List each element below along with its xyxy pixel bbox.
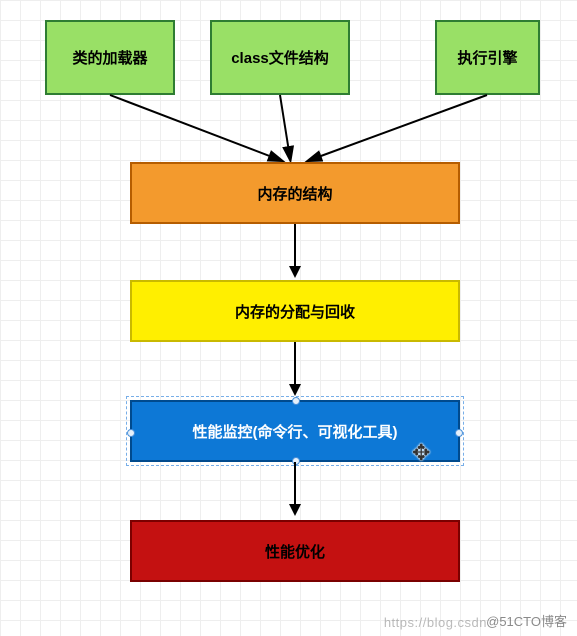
edge — [294, 224, 296, 268]
resize-handle-icon[interactable] — [127, 429, 135, 437]
node-performance-optimize[interactable]: 性能优化 — [130, 520, 460, 582]
watermark-text: @51CTO博客 — [486, 611, 567, 630]
resize-handle-icon[interactable] — [455, 429, 463, 437]
node-memory-structure[interactable]: 内存的结构 — [130, 162, 460, 224]
node-class-loader[interactable]: 类的加载器 — [45, 20, 175, 95]
arrow-down-icon — [289, 266, 301, 278]
arrow-down-icon — [289, 384, 301, 396]
arrow-down-icon — [289, 504, 301, 516]
node-memory-alloc-recycle[interactable]: 内存的分配与回收 — [130, 280, 460, 342]
node-performance-monitor[interactable]: 性能监控(命令行、可视化工具) — [130, 400, 460, 462]
node-execution-engine[interactable]: 执行引擎 — [435, 20, 540, 95]
resize-handle-icon[interactable] — [292, 397, 300, 405]
node-class-file-structure[interactable]: class文件结构 — [210, 20, 350, 95]
node-label: 类的加载器 — [72, 47, 147, 68]
node-label: 内存的分配与回收 — [235, 301, 355, 322]
node-label: class文件结构 — [231, 47, 329, 68]
node-label: 内存的结构 — [257, 183, 332, 204]
edge — [294, 342, 296, 386]
node-label: 执行引擎 — [457, 47, 517, 68]
watermark-text: https://blog.csdn — [384, 615, 487, 630]
node-label: 性能监控(命令行、可视化工具) — [193, 421, 398, 442]
diagram-canvas[interactable]: 类的加载器 class文件结构 执行引擎 内存的结构 内存的分配与回收 性能监控… — [0, 0, 577, 636]
edge — [294, 462, 296, 506]
node-label: 性能优化 — [265, 541, 325, 562]
